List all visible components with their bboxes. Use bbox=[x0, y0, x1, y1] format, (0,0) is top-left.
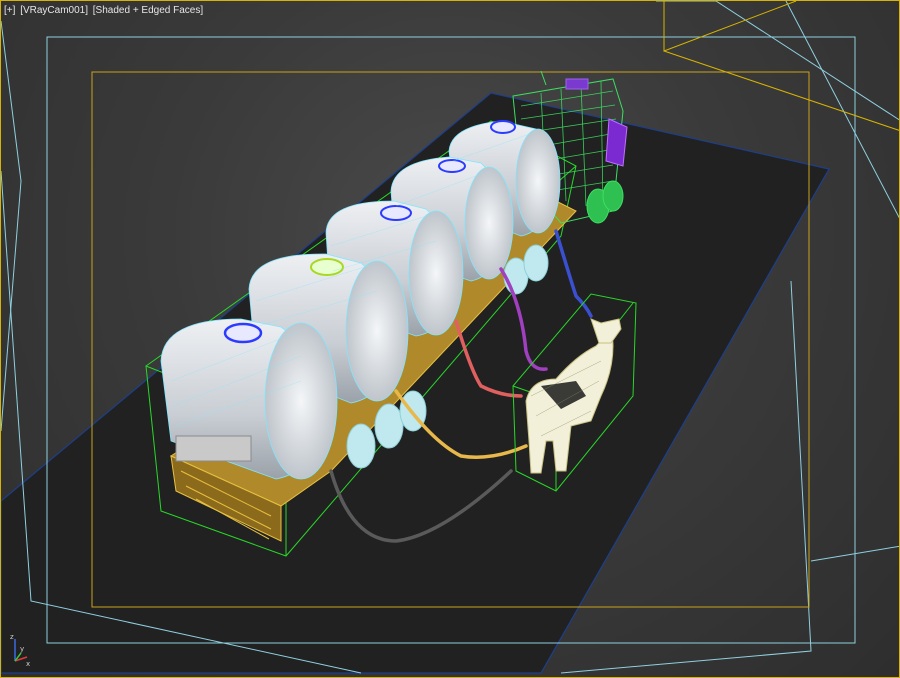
tank-1[interactable] bbox=[160, 318, 338, 480]
viewport-menu-button[interactable]: [+] bbox=[4, 5, 15, 16]
axis-z-label: z bbox=[10, 633, 14, 641]
viewport-shading-button[interactable]: [Shaded + Edged Faces] bbox=[93, 5, 203, 16]
axis-y-label: y bbox=[20, 645, 24, 653]
camera-frustum-yellow bbox=[663, 1, 899, 131]
axis-gizmo: z x y bbox=[10, 633, 30, 668]
scene-canvas[interactable] bbox=[1, 1, 900, 678]
viewport-label-bar: [+] [VRayCam001] [Shaded + Edged Faces] bbox=[4, 4, 203, 18]
viewport[interactable]: [+] [VRayCam001] [Shaded + Edged Faces] bbox=[0, 0, 900, 678]
axis-x-label: x bbox=[26, 660, 30, 668]
viewport-camera-button[interactable]: [VRayCam001] bbox=[20, 5, 88, 16]
